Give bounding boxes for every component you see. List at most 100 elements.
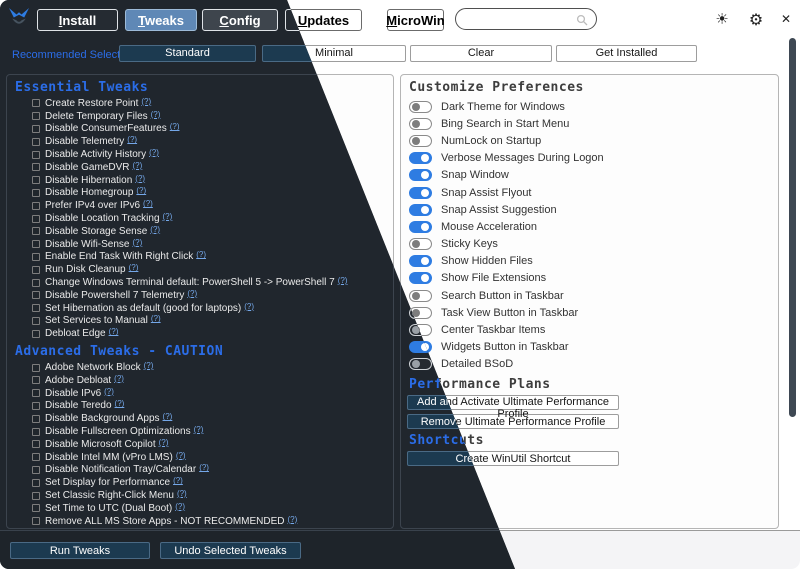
checkbox[interactable] [32, 479, 40, 487]
checkbox[interactable] [32, 227, 40, 235]
help-link[interactable]: (?) [143, 199, 153, 208]
checkbox[interactable] [32, 330, 40, 338]
scrollbar[interactable] [787, 36, 797, 529]
tweak-row[interactable]: Set Time to UTC (Dual Boot)(?) [7, 502, 393, 515]
help-link[interactable]: (?) [114, 374, 124, 383]
checkbox[interactable] [32, 151, 40, 159]
checkbox[interactable] [32, 364, 40, 372]
checkbox[interactable] [32, 138, 40, 146]
help-link[interactable]: (?) [132, 161, 142, 170]
checkbox[interactable] [32, 112, 40, 120]
tweak-row[interactable]: Disable Wifi-Sense(?) [7, 238, 393, 251]
help-link[interactable]: (?) [141, 97, 151, 106]
clear-button[interactable]: Clear [410, 45, 552, 62]
tab-microwin[interactable]: MicroWin [387, 9, 444, 31]
help-link[interactable]: (?) [176, 451, 186, 460]
help-link[interactable]: (?) [338, 276, 348, 285]
toggle-switch[interactable] [409, 118, 432, 130]
tweak-row[interactable]: Disable Fullscreen Optimizations(?) [7, 425, 393, 438]
help-link[interactable]: (?) [115, 399, 125, 408]
help-link[interactable]: (?) [136, 186, 146, 195]
checkbox[interactable] [32, 202, 40, 210]
checkbox[interactable] [32, 492, 40, 500]
help-link[interactable]: (?) [109, 327, 119, 336]
help-link[interactable]: (?) [199, 463, 209, 472]
tweak-row[interactable]: Disable ConsumerFeatures(?) [7, 123, 393, 136]
toggle-switch[interactable] [409, 204, 432, 216]
help-link[interactable]: (?) [150, 225, 160, 234]
checkbox[interactable] [32, 163, 40, 171]
gear-icon[interactable]: ⚙ [746, 8, 766, 30]
help-link[interactable]: (?) [173, 476, 183, 485]
checkbox[interactable] [32, 176, 40, 184]
checkbox[interactable] [32, 428, 40, 436]
toggle-switch[interactable] [409, 290, 432, 302]
help-link[interactable]: (?) [288, 515, 298, 524]
checkbox[interactable] [32, 215, 40, 223]
help-link[interactable]: (?) [104, 387, 114, 396]
tweak-row[interactable]: Disable Telemetry(?) [7, 135, 393, 148]
tweak-row[interactable]: Disable IPv6(?) [7, 387, 393, 400]
checkbox[interactable] [32, 440, 40, 448]
help-link[interactable]: (?) [187, 289, 197, 298]
help-link[interactable]: (?) [159, 438, 169, 447]
checkbox[interactable] [32, 453, 40, 461]
tweak-row[interactable]: Disable Hibernation(?) [7, 174, 393, 187]
tweak-row[interactable]: Adobe Network Block(?) [7, 361, 393, 374]
checkbox[interactable] [32, 402, 40, 410]
tweak-row[interactable]: Change Windows Terminal default: PowerSh… [7, 276, 393, 289]
tweak-row[interactable]: Disable Teredo(?) [7, 400, 393, 413]
scrollbar-thumb[interactable] [789, 38, 796, 417]
checkbox[interactable] [32, 266, 40, 274]
tweak-row[interactable]: Disable Powershell 7 Telemetry(?) [7, 289, 393, 302]
tweak-row[interactable]: Debloat Edge(?) [7, 327, 393, 340]
checkbox[interactable] [32, 291, 40, 299]
tweak-row[interactable]: Set Classic Right-Click Menu (?) [7, 489, 393, 502]
tweak-row[interactable]: Disable GameDVR(?) [7, 161, 393, 174]
checkbox[interactable] [32, 517, 40, 525]
tweak-row[interactable]: Remove ALL MS Store Apps - NOT RECOMMEND… [7, 515, 393, 528]
help-link[interactable]: (?) [132, 238, 142, 247]
help-link[interactable]: (?) [163, 412, 173, 421]
toggle-switch[interactable] [409, 255, 432, 267]
tweak-row[interactable]: Disable Microsoft Copilot(?) [7, 438, 393, 451]
tweak-row[interactable]: Prefer IPv4 over IPv6(?) [7, 199, 393, 212]
tweak-row[interactable]: Enable End Task With Right Click(?) [7, 251, 393, 264]
checkbox[interactable] [32, 376, 40, 384]
toggle-switch[interactable] [409, 135, 432, 147]
tweak-row[interactable]: Disable Activity History(?) [7, 148, 393, 161]
toggle-switch[interactable] [409, 221, 432, 233]
help-link[interactable]: (?) [244, 302, 254, 311]
checkbox[interactable] [32, 125, 40, 133]
toggle-switch[interactable] [409, 238, 432, 250]
tweak-row[interactable]: Disable Intel MM (vPro LMS)(?) [7, 451, 393, 464]
help-link[interactable]: (?) [170, 122, 180, 131]
help-link[interactable]: (?) [127, 135, 137, 144]
tweak-row[interactable]: Disable Location Tracking(?) [7, 212, 393, 225]
checkbox[interactable] [32, 240, 40, 248]
toggle-switch[interactable] [409, 187, 432, 199]
help-link[interactable]: (?) [135, 174, 145, 183]
search-input[interactable] [455, 8, 597, 30]
help-link[interactable]: (?) [144, 361, 154, 370]
help-link[interactable]: (?) [194, 425, 204, 434]
tweak-row[interactable]: Adobe Debloat(?) [7, 374, 393, 387]
checkbox[interactable] [32, 415, 40, 423]
toggle-switch[interactable] [409, 101, 432, 113]
checkbox[interactable] [32, 189, 40, 197]
help-link[interactable]: (?) [149, 148, 159, 157]
tab-tweaks[interactable]: Tweaks [125, 9, 197, 31]
checkbox[interactable] [32, 279, 40, 287]
tweak-row[interactable]: Set Display for Performance(?) [7, 476, 393, 489]
toggle-switch[interactable] [409, 169, 432, 181]
checkbox[interactable] [32, 504, 40, 512]
help-link[interactable]: (?) [151, 314, 161, 323]
help-link[interactable]: (?) [175, 502, 185, 511]
help-link[interactable]: (?) [129, 263, 139, 272]
checkbox[interactable] [32, 466, 40, 474]
checkbox[interactable] [32, 317, 40, 325]
run-tweaks-button[interactable]: Run Tweaks [10, 542, 150, 559]
checkbox[interactable] [32, 389, 40, 397]
help-link[interactable]: (?) [196, 250, 206, 259]
undo-selected-tweaks-button[interactable]: Undo Selected Tweaks [160, 542, 301, 559]
